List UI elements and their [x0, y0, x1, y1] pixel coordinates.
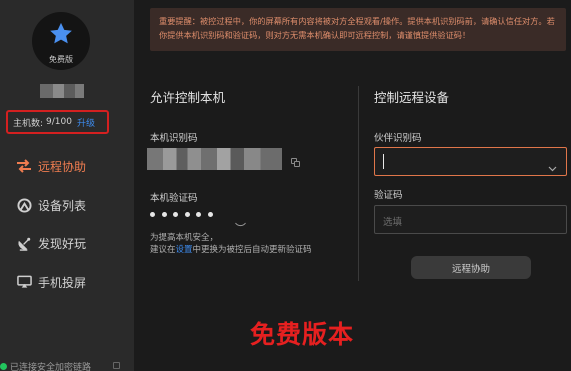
hint-line1: 为提高本机安全，: [150, 233, 219, 243]
lock-icon: [113, 362, 120, 369]
star-icon: [50, 22, 72, 44]
partner-id-label: 伙伴识别码: [374, 133, 422, 144]
upgrade-link[interactable]: 升级: [77, 116, 95, 129]
nav-discover[interactable]: 发现好玩: [16, 233, 86, 253]
settings-link[interactable]: 设置: [176, 245, 193, 255]
sidebar: 免费版 主机数: 9/100 升级 远程协助 设备列表 发现好玩 手机投屏 已连…: [0, 0, 134, 371]
security-warning: 重要提醒：被控过程中，你的屏幕所有内容将被对方全程观看/操作。提供本机识别码前，…: [150, 8, 566, 51]
nav-label: 设备列表: [38, 198, 87, 213]
hint-pre: 建议在: [150, 245, 176, 255]
nav-remote-assist[interactable]: 远程协助: [16, 156, 86, 176]
avatar[interactable]: 免费版: [32, 12, 90, 70]
verify-code-input[interactable]: 选填: [374, 205, 567, 234]
remote-assist-button[interactable]: 远程协助: [411, 256, 531, 279]
host-count-label: 主机数:: [13, 118, 44, 129]
lock-area: [0, 360, 134, 371]
host-count: 主机数: 9/100 升级: [6, 110, 109, 134]
satellite-dish-icon: [16, 235, 32, 251]
local-id-label: 本机识别码: [150, 133, 198, 144]
verify-code-label: 验证码: [374, 190, 403, 201]
chevron-down-icon[interactable]: [548, 157, 557, 176]
screen-cast-icon: [16, 274, 32, 290]
allow-control-title: 允许控制本机: [150, 90, 226, 105]
nav-device-list[interactable]: 设备列表: [16, 195, 86, 215]
main-panel: 重要提醒：被控过程中，你的屏幕所有内容将被对方全程观看/操作。提供本机识别码前，…: [134, 0, 571, 371]
username-redacted: [40, 84, 84, 98]
security-hint: 为提高本机安全， 建议在设置中更换为被控后自动更新验证码: [150, 232, 312, 256]
local-code-label: 本机验证码: [150, 193, 198, 204]
copy-icon[interactable]: [291, 158, 300, 167]
plan-label: 免费版: [49, 55, 73, 64]
nav-screen-cast[interactable]: 手机投屏: [16, 272, 86, 292]
hint-post: 中更换为被控后自动更新验证码: [192, 245, 312, 255]
nav-label: 发现好玩: [38, 236, 87, 251]
nav-label: 远程协助: [38, 159, 87, 174]
swap-arrows-icon: [16, 158, 32, 174]
column-divider: [358, 86, 359, 281]
nav-label: 手机投屏: [38, 275, 87, 290]
text-caret: [383, 154, 384, 169]
partner-id-input[interactable]: [374, 147, 567, 176]
verification-code-masked: [150, 212, 219, 217]
device-list-icon: [16, 197, 32, 213]
host-count-value: 9/100: [46, 117, 72, 127]
hint-line2: 建议在设置中更换为被控后自动更新验证码: [150, 244, 312, 256]
control-remote-title: 控制远程设备: [374, 90, 450, 105]
local-id-redacted: [147, 148, 282, 170]
eye-closed-icon[interactable]: [235, 213, 246, 232]
annotation-free-version: 免费版本: [250, 320, 355, 349]
